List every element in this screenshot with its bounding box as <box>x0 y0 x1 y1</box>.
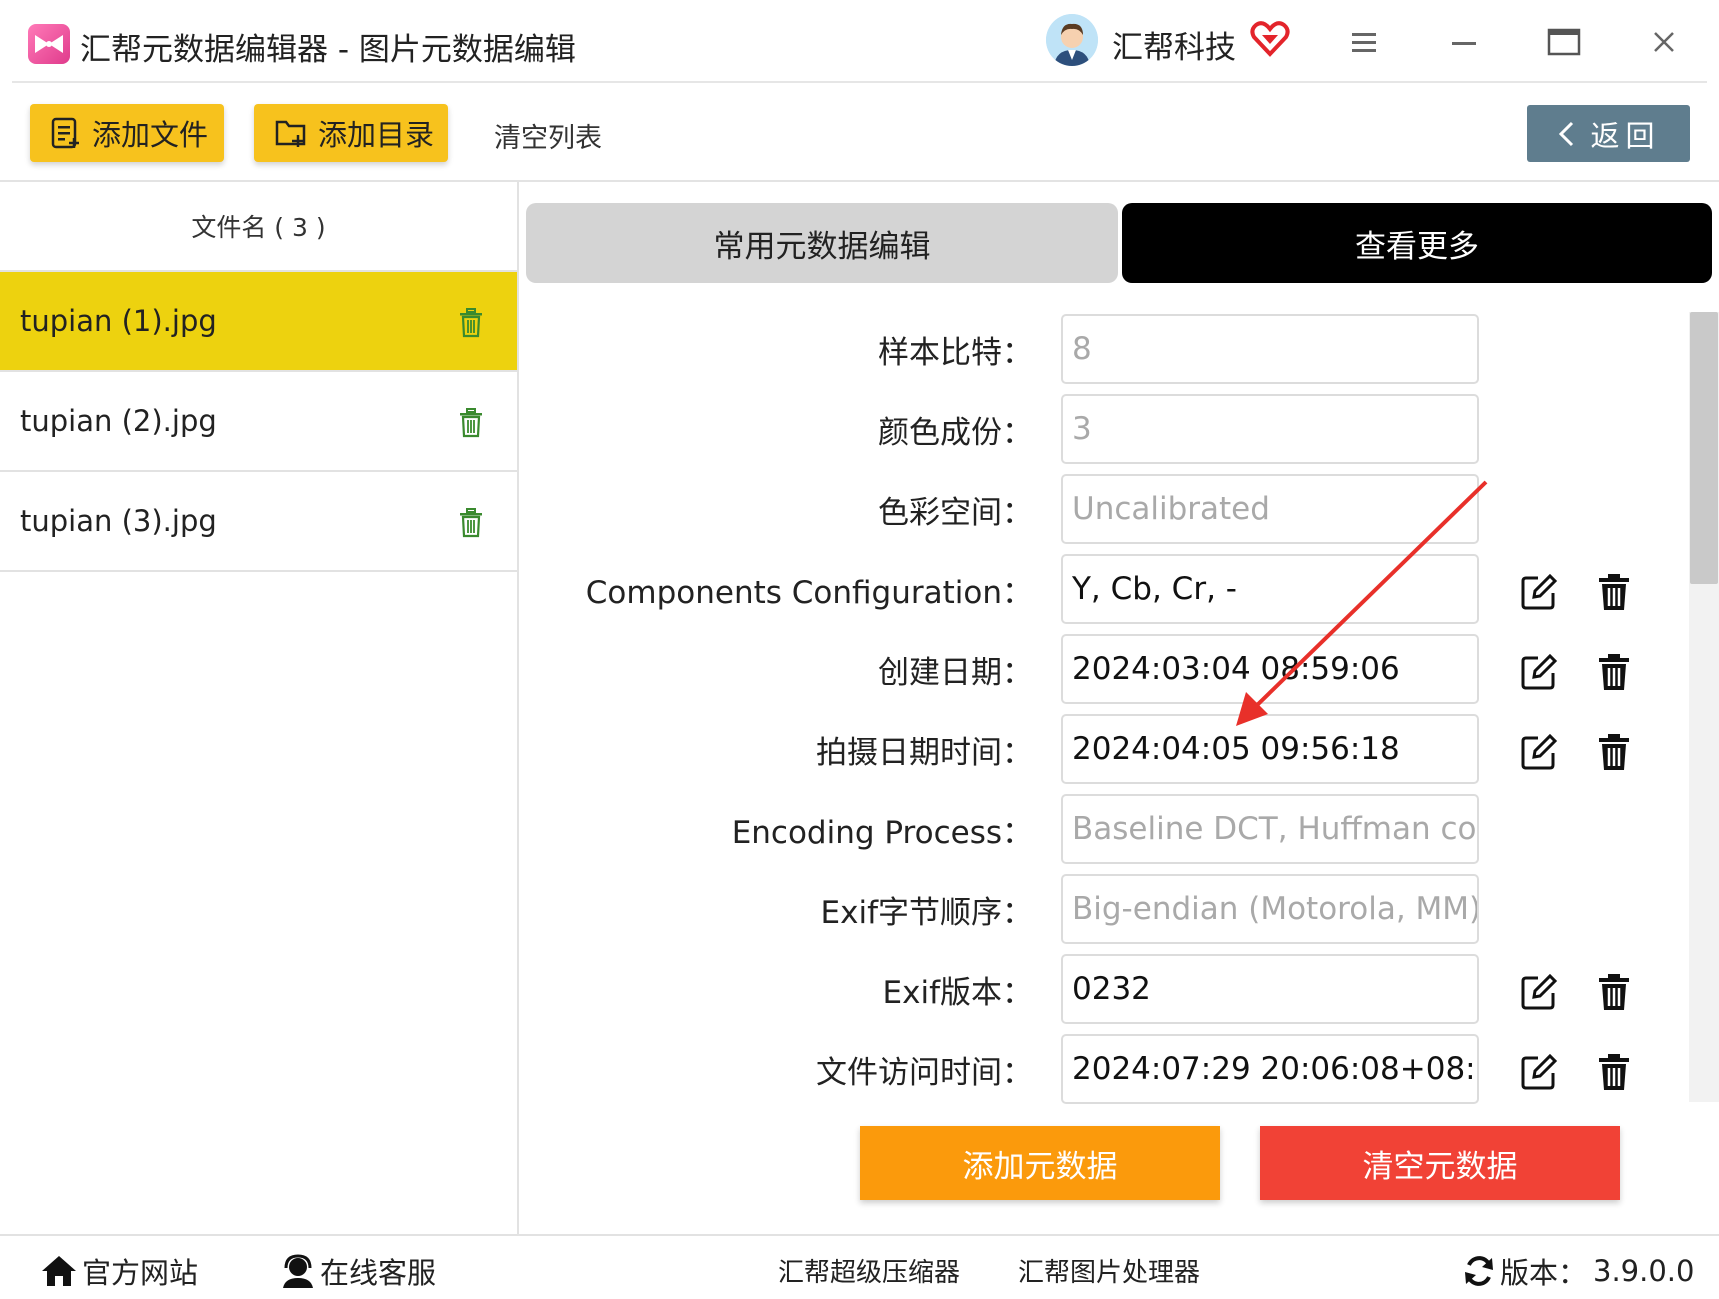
delete-icon[interactable] <box>1598 573 1630 611</box>
file-name: tupian (1).jpg <box>20 304 217 338</box>
date-time-original-field[interactable] <box>1061 714 1479 784</box>
add-directory-label: 添加目录 <box>318 118 435 152</box>
chevron-left-icon <box>1559 121 1574 146</box>
field-label: 色彩空间： <box>878 494 1033 531</box>
minimize-icon[interactable] <box>1444 22 1484 62</box>
clear-metadata-button[interactable]: 清空元数据 <box>1260 1126 1620 1200</box>
file-name: tupian (2).jpg <box>20 404 217 438</box>
add-file-button[interactable]: 添加文件 <box>30 104 224 162</box>
title-separator <box>12 81 1707 83</box>
add-folder-icon <box>275 120 306 147</box>
refresh-icon <box>1465 1256 1493 1286</box>
edit-icon[interactable] <box>1520 573 1558 611</box>
official-website-label: 官方网站 <box>82 1256 199 1290</box>
field-label: Encoding Process： <box>731 814 1033 851</box>
trash-icon[interactable] <box>458 308 484 338</box>
create-date-field[interactable] <box>1061 634 1479 704</box>
components-configuration-field[interactable] <box>1061 554 1479 624</box>
edit-icon[interactable] <box>1520 653 1558 691</box>
field-label: Components Configuration： <box>585 574 1033 611</box>
trash-icon[interactable] <box>458 508 484 538</box>
add-directory-button[interactable]: 添加目录 <box>254 104 448 162</box>
file-row[interactable]: tupian (2).jpg <box>0 372 517 472</box>
bottom-bar: 官方网站 在线客服 汇帮超级压缩器 汇帮图片处理器 版本： 3.9.0.0 <box>0 1234 1719 1299</box>
add-file-icon <box>51 117 79 149</box>
trash-icon[interactable] <box>458 408 484 438</box>
color-components-field[interactable] <box>1061 394 1479 464</box>
home-icon <box>42 1256 76 1286</box>
file-row[interactable]: tupian (3).jpg <box>0 472 517 572</box>
toolbar: 添加文件 添加目录 清空列表 返回 <box>0 84 1719 182</box>
official-website-link[interactable]: 官方网站 <box>40 1250 198 1292</box>
vip-heart-icon[interactable] <box>1250 20 1290 58</box>
file-list-header: 文件名 ( 3 ) <box>0 182 517 272</box>
delete-icon[interactable] <box>1598 973 1630 1011</box>
app-logo-icon <box>28 24 70 64</box>
exif-byte-order-field[interactable] <box>1061 874 1479 944</box>
add-file-label: 添加文件 <box>92 118 209 152</box>
edit-icon[interactable] <box>1520 973 1558 1011</box>
scrollbar-thumb[interactable] <box>1690 312 1718 584</box>
delete-icon[interactable] <box>1598 653 1630 691</box>
field-label: 文件访问时间： <box>816 1054 1033 1091</box>
file-list-panel: 文件名 ( 3 ) tupian (1).jpg tupian (2).jpg … <box>0 182 519 1234</box>
field-label: 样本比特： <box>878 334 1033 371</box>
online-support-link[interactable]: 在线客服 <box>280 1250 436 1292</box>
add-metadata-button[interactable]: 添加元数据 <box>860 1126 1220 1200</box>
color-space-field[interactable] <box>1061 474 1479 544</box>
support-agent-icon <box>283 1254 313 1288</box>
version-info[interactable]: 版本： 3.9.0.0 <box>1462 1250 1694 1292</box>
bits-per-sample-field[interactable] <box>1061 314 1479 384</box>
exif-version-field[interactable] <box>1061 954 1479 1024</box>
tab-common-metadata[interactable]: 常用元数据编辑 <box>526 203 1118 283</box>
field-label: Exif版本： <box>882 974 1033 1011</box>
version-value: 3.9.0.0 <box>1593 1254 1695 1288</box>
tab-view-more[interactable]: 查看更多 <box>1122 203 1712 283</box>
user-name[interactable]: 汇帮科技 <box>1112 22 1236 67</box>
field-label: 拍摄日期时间： <box>816 734 1033 771</box>
close-icon[interactable] <box>1644 22 1684 62</box>
image-processor-link[interactable]: 汇帮图片处理器 <box>1018 1252 1200 1289</box>
compressor-link[interactable]: 汇帮超级压缩器 <box>778 1252 960 1289</box>
version-label: 版本： <box>1500 1256 1588 1290</box>
maximize-icon[interactable] <box>1544 22 1584 62</box>
clear-list-button[interactable]: 清空列表 <box>494 116 602 155</box>
window-title: 汇帮元数据编辑器 - 图片元数据编辑 <box>80 32 576 68</box>
edit-icon[interactable] <box>1520 1053 1558 1091</box>
file-row[interactable]: tupian (1).jpg <box>0 272 517 372</box>
field-label: 创建日期： <box>878 654 1033 691</box>
encoding-process-field[interactable] <box>1061 794 1479 864</box>
back-label: 返回 <box>1590 118 1661 153</box>
back-button[interactable]: 返回 <box>1527 105 1690 162</box>
title-bar: 汇帮元数据编辑器 - 图片元数据编辑 汇帮科技 <box>0 0 1719 84</box>
delete-icon[interactable] <box>1598 733 1630 771</box>
menu-icon[interactable] <box>1344 22 1384 62</box>
edit-icon[interactable] <box>1520 733 1558 771</box>
avatar[interactable] <box>1046 14 1098 66</box>
online-support-label: 在线客服 <box>320 1256 437 1290</box>
file-name: tupian (3).jpg <box>20 504 217 538</box>
field-label: Exif字节顺序： <box>820 894 1033 931</box>
delete-icon[interactable] <box>1598 1053 1630 1091</box>
file-access-time-field[interactable] <box>1061 1034 1479 1104</box>
field-label: 颜色成份： <box>878 414 1033 451</box>
